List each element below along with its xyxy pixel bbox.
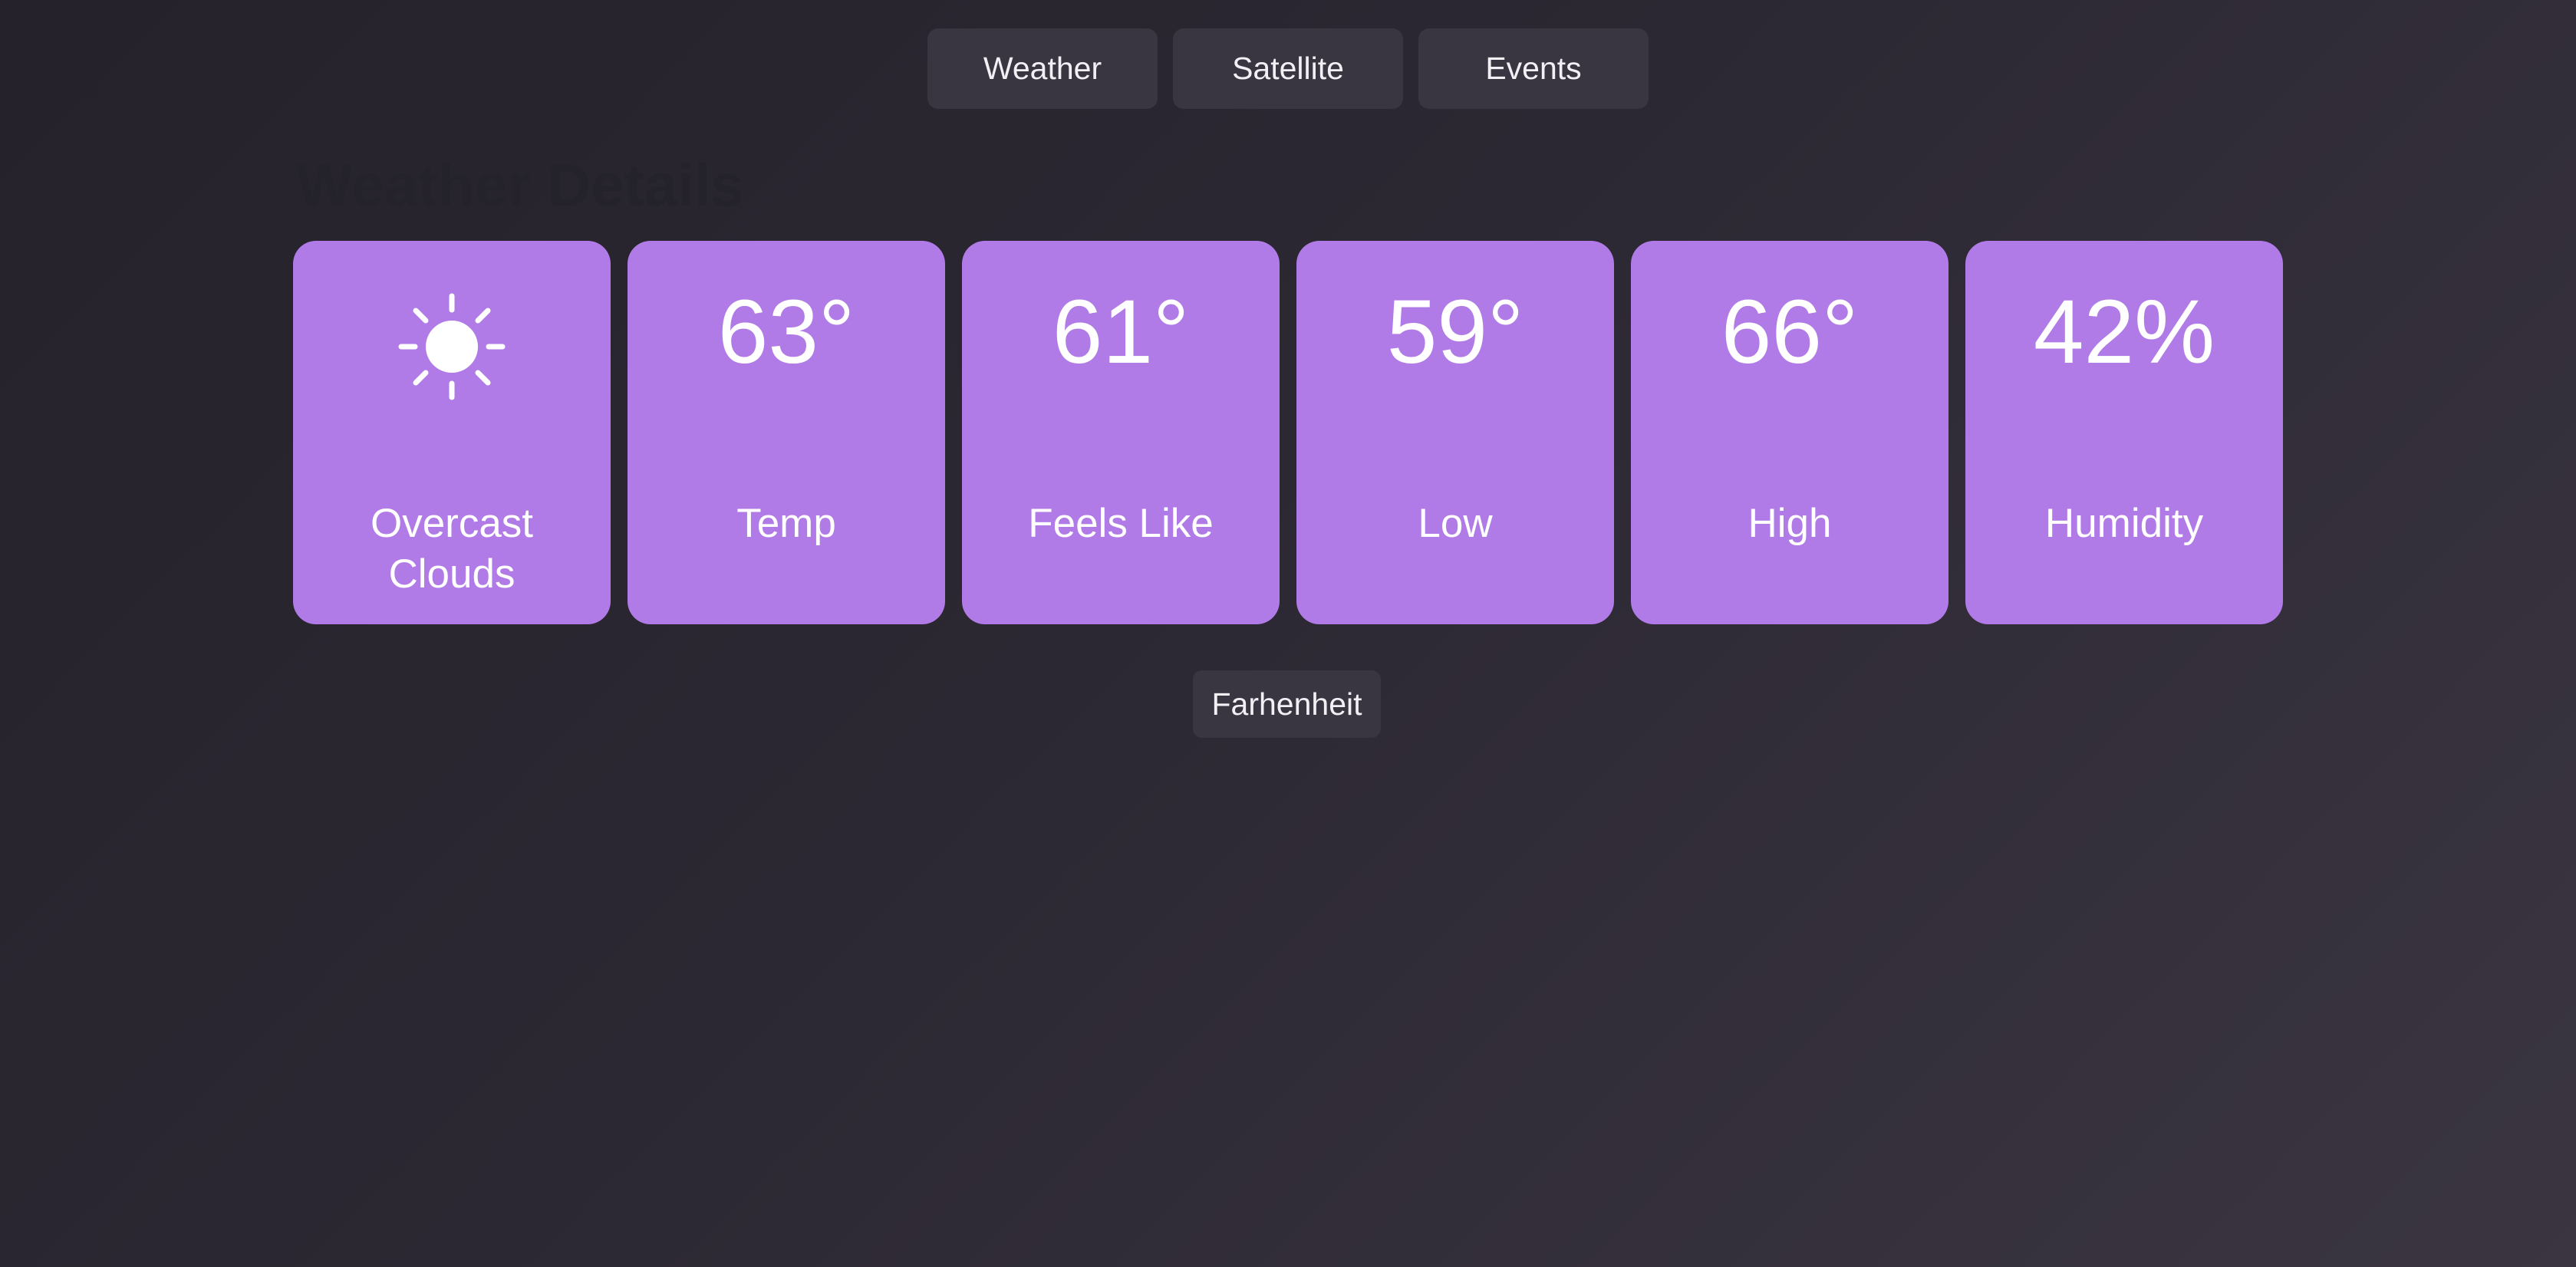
feels-like-value: 61°: [1052, 281, 1190, 383]
condition-card: Overcast Clouds: [293, 241, 611, 624]
high-value: 66°: [1721, 281, 1859, 383]
humidity-value: 42%: [2033, 281, 2215, 383]
sun-icon: [293, 293, 611, 400]
condition-label: Overcast Clouds: [370, 501, 534, 597]
low-card: 59° Low: [1296, 241, 1614, 624]
unit-toggle-button[interactable]: Farhenheit: [1193, 670, 1381, 738]
temp-value: 63°: [717, 281, 855, 383]
weather-cards: Overcast Clouds 63° Temp 61° Feels Like …: [293, 241, 2283, 624]
tab-weather[interactable]: Weather: [927, 28, 1158, 109]
high-label: High: [1748, 501, 1832, 546]
feels-like-label: Feels Like: [1028, 501, 1214, 546]
temp-card: 63° Temp: [628, 241, 945, 624]
feels-like-card: 61° Feels Like: [962, 241, 1280, 624]
low-label: Low: [1418, 501, 1493, 546]
low-value: 59°: [1386, 281, 1524, 383]
top-nav: Weather Satellite Events: [0, 28, 2576, 109]
section-title: Weather Details: [296, 151, 744, 219]
temp-label: Temp: [736, 501, 836, 546]
high-card: 66° High: [1631, 241, 1948, 624]
tab-satellite[interactable]: Satellite: [1173, 28, 1403, 109]
tab-events[interactable]: Events: [1418, 28, 1649, 109]
humidity-card: 42% Humidity: [1965, 241, 2283, 624]
humidity-label: Humidity: [2044, 501, 2204, 546]
